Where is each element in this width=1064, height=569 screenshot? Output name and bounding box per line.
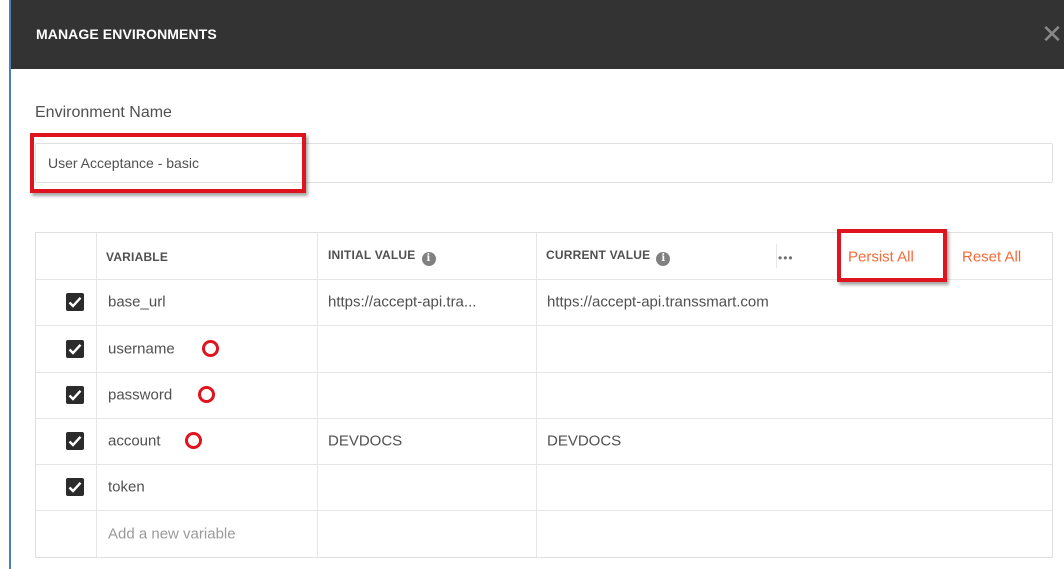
manage-environments-modal: MANAGE ENVIRONMENTS ✕ Environment Name V… bbox=[11, 0, 1064, 569]
info-icon[interactable]: i bbox=[656, 252, 671, 266]
column-header-initial-value: INITIAL VALUE i bbox=[328, 248, 436, 266]
window-edge bbox=[0, 0, 11, 569]
persist-all-button[interactable]: Persist All bbox=[848, 249, 914, 266]
more-options-icon[interactable]: ••• bbox=[778, 251, 794, 265]
initial-value-cell[interactable]: DEVDOCS bbox=[328, 433, 402, 450]
variable-name-cell[interactable]: password bbox=[108, 387, 172, 404]
environment-name-input[interactable] bbox=[35, 143, 1053, 183]
row-enabled-checkbox[interactable] bbox=[66, 386, 84, 404]
row-enabled-checkbox[interactable] bbox=[66, 293, 84, 311]
reset-all-button[interactable]: Reset All bbox=[962, 249, 1021, 266]
variables-table: VARIABLE INITIAL VALUE i CURRENT VALUE i •… bbox=[35, 232, 1053, 558]
info-icon[interactable]: i bbox=[421, 252, 436, 266]
modal-title: MANAGE ENVIRONMENTS bbox=[36, 26, 217, 42]
modal-header: MANAGE ENVIRONMENTS ✕ bbox=[11, 0, 1064, 69]
variable-name-cell[interactable]: account bbox=[108, 433, 161, 450]
row-enabled-checkbox[interactable] bbox=[66, 478, 84, 496]
column-header-initial-value-label: INITIAL VALUE bbox=[328, 248, 416, 262]
column-header-current-value-label: CURRENT VALUE bbox=[546, 248, 651, 262]
variable-name-cell[interactable]: token bbox=[108, 479, 145, 496]
row-enabled-checkbox[interactable] bbox=[66, 432, 84, 450]
column-header-current-value: CURRENT VALUE i bbox=[546, 248, 671, 266]
current-value-cell[interactable]: DEVDOCS bbox=[547, 433, 621, 450]
column-header-variable: VARIABLE bbox=[106, 250, 169, 264]
add-new-variable-input[interactable]: Add a new variable bbox=[108, 526, 236, 543]
current-value-cell[interactable]: https://accept-api.transsmart.com bbox=[547, 294, 769, 311]
variable-name-cell[interactable]: username bbox=[108, 341, 175, 358]
row-enabled-checkbox[interactable] bbox=[66, 340, 84, 358]
close-icon[interactable]: ✕ bbox=[1041, 21, 1063, 47]
initial-value-cell[interactable]: https://accept-api.tra... bbox=[328, 294, 476, 311]
environment-name-label: Environment Name bbox=[35, 104, 172, 121]
variable-name-cell[interactable]: base_url bbox=[108, 294, 166, 311]
